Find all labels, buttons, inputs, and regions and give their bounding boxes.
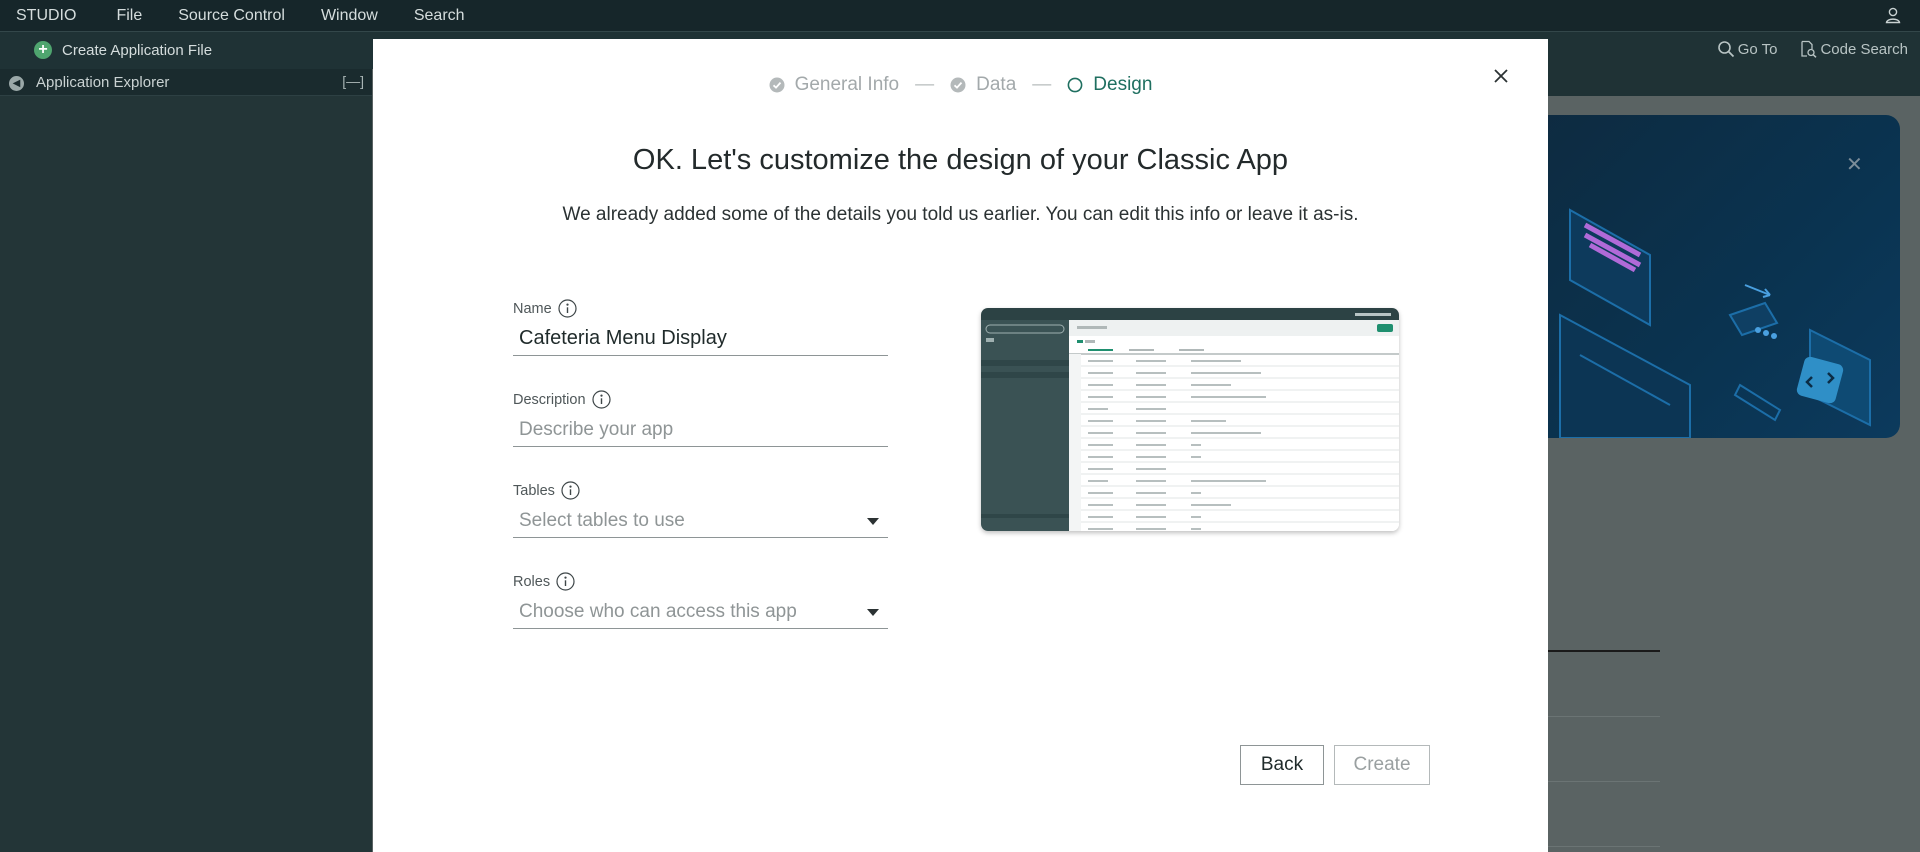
caret-down-icon — [867, 609, 879, 616]
menu-search[interactable]: Search — [398, 0, 485, 32]
back-button[interactable]: Back — [1240, 745, 1324, 785]
roles-label-row: Roles — [513, 572, 888, 591]
step-design: Design — [1067, 74, 1152, 96]
workspace-row-divider — [1548, 716, 1660, 717]
magnifier-icon — [1717, 41, 1734, 58]
info-icon[interactable] — [591, 390, 611, 409]
tables-label-row: Tables — [513, 481, 888, 500]
step-label: General Info — [794, 74, 900, 95]
step-separator: — — [1032, 74, 1052, 95]
menu-file[interactable]: File — [100, 0, 162, 32]
create-app-design-dialog: General Info — Data — Design OK. Let's c… — [373, 39, 1548, 852]
workspace-row-divider — [1548, 781, 1660, 782]
tables-field: Tables Select tables to use — [513, 481, 888, 538]
roles-field: Roles Choose who can access this app — [513, 572, 888, 629]
workspace-row-divider — [1548, 846, 1660, 847]
workspace-strip — [1548, 69, 1920, 96]
tables-select[interactable]: Select tables to use — [513, 505, 888, 538]
name-field: Name Cafeteria Menu Display — [513, 299, 888, 356]
tables-label: Tables — [513, 482, 555, 499]
goto-button[interactable]: Go To — [1717, 40, 1778, 58]
preview-illustration — [981, 308, 1399, 531]
check-circle-icon — [769, 77, 785, 93]
check-circle-icon — [950, 77, 966, 93]
description-label: Description — [513, 391, 586, 408]
create-application-file-button[interactable]: + Create Application File — [34, 41, 212, 59]
step-data: Data — [950, 74, 1016, 96]
description-input[interactable] — [519, 419, 888, 441]
description-label-row: Description — [513, 390, 888, 409]
step-label: Data — [976, 74, 1017, 95]
banner-illustration — [1559, 208, 1871, 438]
dialog-subheading: We already added some of the details you… — [562, 204, 1359, 225]
app-layout-preview — [981, 308, 1399, 531]
wizard-stepper: General Info — Data — Design — [373, 74, 1548, 96]
caret-down-icon — [867, 518, 879, 525]
user-icon[interactable] — [1884, 6, 1902, 24]
info-icon[interactable] — [558, 299, 577, 318]
name-input[interactable]: Cafeteria Menu Display — [513, 323, 888, 356]
application-explorer-title: Application Explorer — [36, 74, 170, 91]
roles-select[interactable]: Choose who can access this app — [513, 596, 888, 629]
info-icon[interactable] — [556, 572, 575, 591]
create-button[interactable]: Create — [1334, 745, 1430, 785]
roles-placeholder: Choose who can access this app — [519, 601, 797, 622]
welcome-banner — [1500, 115, 1900, 438]
circle-outline-icon — [1067, 77, 1083, 93]
menu-window[interactable]: Window — [305, 0, 398, 32]
roles-label: Roles — [513, 573, 551, 590]
name-label: Name — [513, 300, 552, 317]
step-separator: — — [915, 74, 935, 95]
banner-close-icon[interactable]: ✕ — [1846, 152, 1863, 177]
dialog-heading: OK. Let's customize the design of your C… — [632, 144, 1289, 176]
info-icon[interactable] — [561, 481, 580, 500]
plus-circle-icon: + — [34, 41, 52, 59]
name-label-row: Name — [513, 299, 888, 318]
studio-brand[interactable]: STUDIO — [0, 0, 100, 32]
menu-source-control[interactable]: Source Control — [162, 0, 305, 32]
workspace-tab-underline — [1548, 650, 1660, 652]
description-field: Description — [513, 390, 888, 447]
create-application-file-label: Create Application File — [62, 41, 213, 59]
document-search-icon — [1801, 40, 1817, 58]
code-search-button[interactable]: Code Search — [1799, 40, 1908, 58]
menu-bar: STUDIO File Source Control Window Search — [0, 0, 1920, 32]
code-search-label: Code Search — [1820, 40, 1908, 58]
step-label: Design — [1093, 74, 1153, 95]
application-explorer-panel — [0, 96, 372, 852]
step-general-info: General Info — [769, 74, 900, 96]
collapse-explorer-icon[interactable]: ◀ — [9, 76, 24, 91]
tables-placeholder: Select tables to use — [519, 510, 685, 531]
minimize-explorer-button[interactable]: [—] — [342, 73, 364, 89]
goto-label: Go To — [1737, 40, 1778, 58]
application-explorer-header: ◀ Application Explorer [—] — [0, 69, 372, 96]
description-input-wrapper — [513, 414, 888, 447]
toolbar-right: Go To Code Search — [1695, 40, 1908, 58]
